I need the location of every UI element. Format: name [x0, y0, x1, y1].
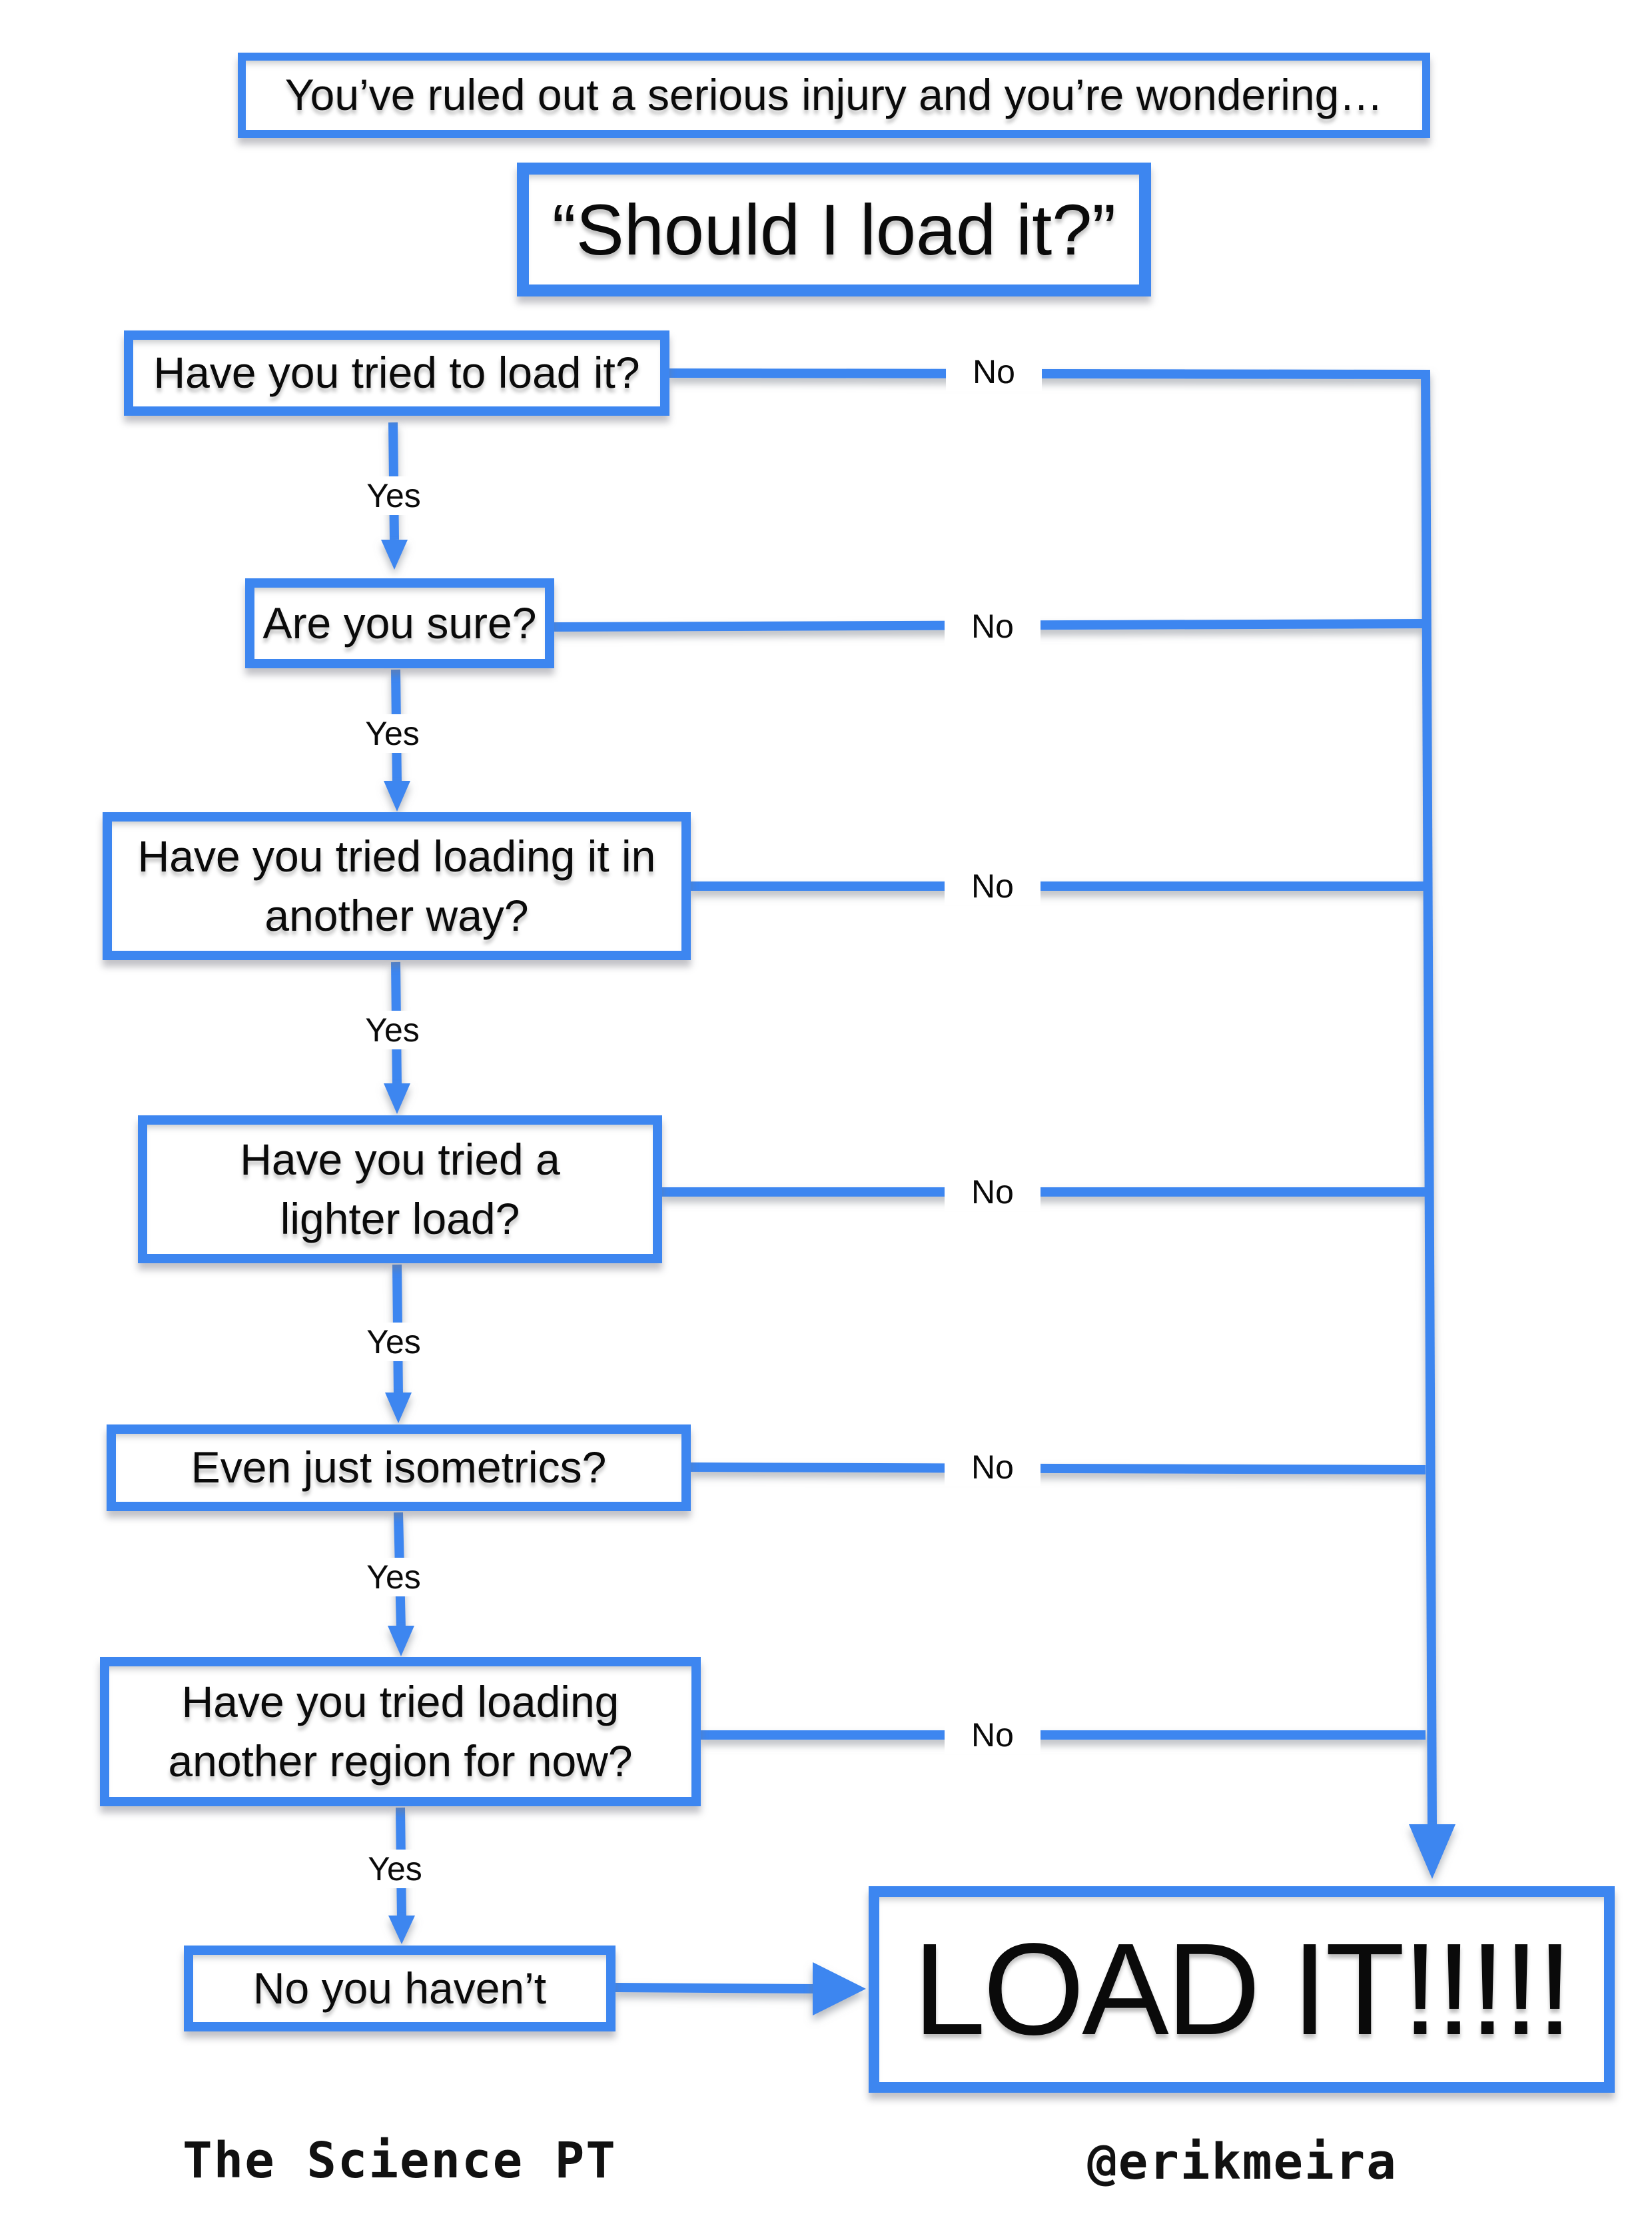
arrow-head-trunk: [1409, 1824, 1455, 1879]
yes-label-4: Yes: [352, 1323, 436, 1361]
question-text: Have you tried a lighter load?: [240, 1134, 560, 1243]
page-title: “Should I load it?”: [552, 189, 1116, 270]
question-box-6: Have you tried loading another region fo…: [100, 1657, 701, 1806]
intro-text: You’ve ruled out a serious injury and yo…: [284, 70, 1384, 120]
no-trunk-line: [1421, 369, 1437, 1826]
question-box-2: Are you sure?: [245, 578, 554, 668]
yes-label-6: Yes: [353, 1850, 437, 1888]
yes-label-2: Yes: [350, 714, 434, 753]
no-connector-1: [669, 368, 1431, 379]
final-step-text: No you haven’t: [252, 1963, 547, 2013]
outcome-box: LOAD IT!!!!!: [869, 1886, 1615, 2093]
arrow-head-final: [813, 1962, 866, 2015]
arrow-head-yes-3: [384, 1083, 410, 1114]
no-label-2: No: [945, 607, 1040, 646]
no-label-3: No: [945, 867, 1040, 905]
yes-label-1: Yes: [352, 476, 436, 515]
question-text: Even just isometrics?: [191, 1442, 607, 1492]
outcome-text: LOAD IT!!!!!: [913, 1916, 1573, 2062]
final-connector: [615, 1983, 817, 1993]
yes-label-3: Yes: [350, 1011, 434, 1049]
question-text: Are you sure?: [262, 598, 537, 648]
arrow-head-yes-2: [384, 781, 410, 812]
intro-banner: You’ve ruled out a serious injury and yo…: [238, 53, 1430, 138]
arrow-head-yes-4: [385, 1393, 412, 1423]
footer-brand: The Science PT: [183, 2132, 617, 2189]
question-box-5: Even just isometrics?: [107, 1424, 691, 1511]
no-label-1: No: [946, 352, 1042, 391]
question-box-1: Have you tried to load it?: [124, 330, 669, 416]
footer-handle: @erikmeira: [1087, 2133, 1398, 2191]
no-label-4: No: [945, 1173, 1040, 1211]
question-box-3: Have you tried loading it in another way…: [103, 812, 691, 960]
no-label-5: No: [945, 1448, 1040, 1486]
title-box: “Should I load it?”: [517, 163, 1151, 296]
yes-label-5: Yes: [352, 1558, 436, 1596]
arrow-head-yes-6: [388, 1916, 415, 1944]
question-text: Have you tried loading it in another way…: [137, 831, 656, 940]
question-text: Have you tried to load it?: [153, 348, 640, 398]
question-text: Have you tried loading another region fo…: [168, 1676, 633, 1786]
no-label-6: No: [945, 1716, 1040, 1754]
arrow-head-yes-1: [381, 540, 408, 570]
final-step-box: No you haven’t: [184, 1946, 616, 2031]
arrow-head-yes-5: [388, 1626, 414, 1656]
no-connector-5: [690, 1462, 1426, 1474]
question-box-4: Have you tried a lighter load?: [138, 1115, 662, 1263]
